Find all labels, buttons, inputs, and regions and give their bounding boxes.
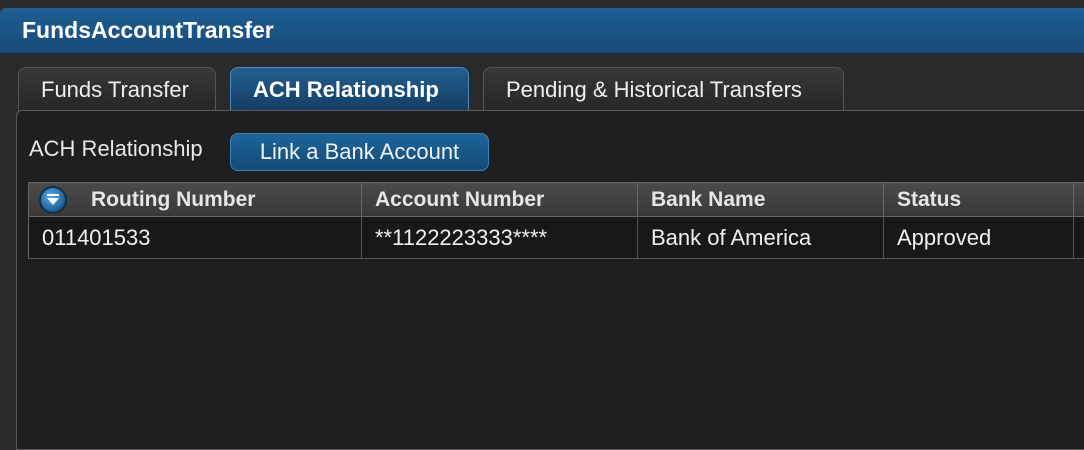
section-label: ACH Relationship bbox=[29, 136, 203, 161]
routing-number-cell: 011401533 bbox=[29, 217, 362, 258]
column-label: Routing Number bbox=[91, 187, 256, 211]
sort-menu-icon[interactable] bbox=[39, 185, 67, 214]
column-header-status[interactable]: Status bbox=[884, 183, 1074, 216]
funds-account-transfer-window: FundsAccountTransfer Funds Transfer ACH … bbox=[0, 0, 1084, 450]
account-number-cell: **1122223333**** bbox=[362, 217, 638, 258]
triangle-down-icon bbox=[47, 193, 59, 205]
ach-relationship-table: Routing Number Account Number Bank Name … bbox=[28, 182, 1084, 259]
tab-ach-relationship[interactable]: ACH Relationship bbox=[230, 67, 469, 111]
column-header-bank-name[interactable]: Bank Name bbox=[638, 183, 884, 216]
link-bank-account-button[interactable]: Link a Bank Account bbox=[230, 133, 489, 171]
bank-name-cell: Bank of America bbox=[638, 217, 884, 258]
column-header-account-number[interactable]: Account Number bbox=[362, 183, 638, 216]
column-header-routing-number[interactable]: Routing Number bbox=[29, 183, 362, 216]
table-header: Routing Number Account Number Bank Name … bbox=[28, 182, 1084, 217]
status-cell: Approved bbox=[884, 217, 1074, 258]
tab-pending-historical-transfers[interactable]: Pending & Historical Transfers bbox=[483, 67, 844, 111]
window-title: FundsAccountTransfer bbox=[0, 8, 1084, 54]
table-row[interactable]: 011401533 **1122223333**** Bank of Ameri… bbox=[28, 217, 1084, 259]
filler-cell bbox=[1074, 217, 1084, 258]
tab-funds-transfer[interactable]: Funds Transfer bbox=[18, 67, 216, 111]
tab-bar: Funds Transfer ACH Relationship Pending … bbox=[18, 67, 858, 111]
column-header-filler bbox=[1074, 183, 1084, 216]
